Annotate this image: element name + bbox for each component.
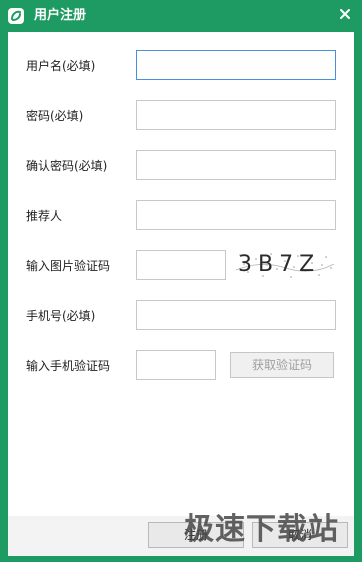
sms-code-input[interactable] — [136, 350, 216, 380]
captcha-image[interactable]: 3B7Z — [236, 250, 334, 280]
referrer-label: 推荐人 — [26, 209, 63, 223]
confirm-password-input[interactable] — [136, 150, 336, 180]
register-button[interactable]: 注册 — [148, 522, 244, 548]
get-sms-code-button[interactable]: 获取验证码 — [230, 352, 334, 378]
registration-window: 用户注册 用户名(必填) 密码(必填) 确认密码(必填) 推荐人 输入图片验证码 — [0, 0, 362, 562]
captcha-text: 3B7Z — [238, 252, 321, 277]
username-input[interactable] — [136, 50, 336, 80]
image-captcha-input[interactable] — [136, 250, 226, 280]
confirm-password-label: 确认密码(必填) — [26, 159, 108, 173]
footer-bar: 注册 取消 — [8, 516, 354, 556]
username-label: 用户名(必填) — [26, 59, 96, 73]
sms-code-label: 输入手机验证码 — [26, 359, 111, 373]
form-area: 用户名(必填) 密码(必填) 确认密码(必填) 推荐人 输入图片验证码 3B7Z… — [8, 32, 354, 516]
app-logo-icon — [8, 8, 24, 24]
password-input[interactable] — [136, 100, 336, 130]
title-bar: 用户注册 — [0, 0, 362, 32]
window-title: 用户注册 — [34, 8, 87, 23]
phone-label: 手机号(必填) — [26, 309, 96, 323]
phone-input[interactable] — [136, 300, 336, 330]
image-captcha-label: 输入图片验证码 — [26, 259, 111, 273]
password-label: 密码(必填) — [26, 109, 84, 123]
cancel-button[interactable]: 取消 — [252, 522, 348, 548]
referrer-input[interactable] — [136, 200, 336, 230]
close-icon[interactable] — [338, 7, 352, 21]
